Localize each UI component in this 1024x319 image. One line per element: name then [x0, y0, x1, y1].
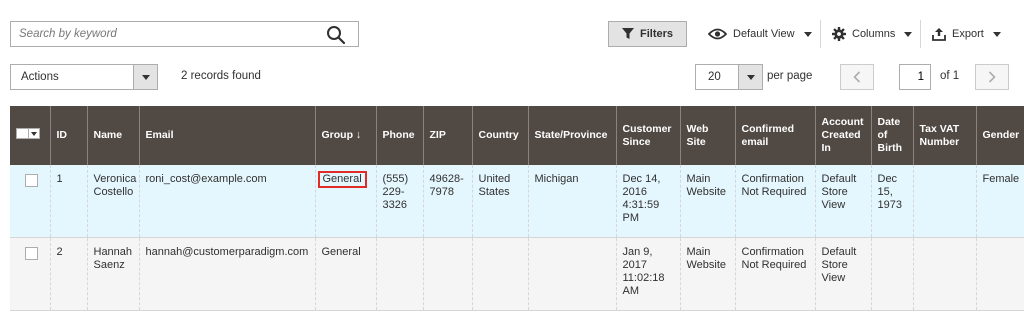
records-count: 2 records found [181, 70, 261, 82]
select-all-header[interactable] [10, 106, 50, 165]
cell-customer-since: Jan 9, 2017 11:02:18 AM [615, 237, 680, 311]
columns-dropdown[interactable]: Columns [832, 21, 913, 47]
chevron-right-icon [988, 71, 996, 83]
row-checkbox[interactable] [25, 246, 38, 260]
search-icon[interactable] [326, 25, 346, 45]
column-header-account-created-in[interactable]: Account Created In [814, 106, 871, 165]
chevron-down-icon [992, 31, 1001, 37]
cell-id: 1 [49, 165, 87, 238]
per-page-label: per page [767, 70, 813, 82]
column-header-confirmed-email[interactable]: Confirmed email [734, 106, 815, 165]
chevron-down-icon [141, 74, 150, 80]
column-header-state[interactable]: State/Province [527, 106, 616, 165]
cell-zip: 49628-7978 [422, 165, 472, 238]
column-header-country[interactable]: Country [471, 106, 528, 165]
column-header-tax-vat[interactable]: Tax VAT Number [912, 106, 976, 165]
customers-grid: ID Name Email Group ↓ Phone ZIP Country … [10, 106, 1024, 311]
cell-state: Michigan [527, 165, 616, 238]
column-header-id[interactable]: ID [49, 106, 87, 165]
search-input[interactable] [11, 22, 311, 46]
column-header-group[interactable]: Group ↓ [314, 106, 376, 165]
export-icon [932, 27, 946, 41]
column-header-email[interactable]: Email [138, 106, 315, 165]
actions-dropdown-button[interactable] [133, 65, 157, 89]
current-page-input[interactable] [899, 64, 931, 90]
columns-label: Columns [852, 28, 896, 40]
sort-arrow-icon: ↓ [355, 129, 362, 141]
cell-date-of-birth: Dec 15, 1973 [870, 165, 913, 238]
gear-icon [832, 27, 846, 41]
view-dropdown[interactable]: Default View [708, 21, 812, 47]
row-select-cell [10, 165, 50, 238]
chevron-left-icon [853, 71, 861, 83]
column-header-name[interactable]: Name [86, 106, 139, 165]
cell-email: hannah@customerparadigm.com [138, 237, 315, 311]
cell-zip [422, 237, 472, 311]
filter-icon [621, 28, 634, 39]
view-label: Default View [733, 28, 795, 40]
cell-confirmed-email: Confirmation Not Required [734, 165, 815, 238]
cell-email: roni_cost@example.com [138, 165, 315, 238]
cell-phone [375, 237, 423, 311]
previous-page-button[interactable] [840, 64, 874, 90]
cell-account-created-in: Default Store View [814, 237, 871, 311]
filters-button[interactable]: Filters [608, 21, 687, 47]
cell-country [471, 237, 528, 311]
table-header-row: ID Name Email Group ↓ Phone ZIP Country … [10, 106, 1024, 165]
table-row[interactable]: 1 Veronica Costello roni_cost@example.co… [10, 165, 1024, 238]
per-page-value: 20 [708, 71, 721, 83]
cell-web-site: Main Website [679, 237, 735, 311]
per-page-dropdown-button[interactable] [738, 65, 762, 89]
divider [820, 20, 821, 48]
cell-gender: Female [975, 165, 1024, 238]
row-select-cell [10, 237, 50, 311]
column-header-zip[interactable]: ZIP [422, 106, 472, 165]
column-header-gender[interactable]: Gender [975, 106, 1024, 165]
page-total-label: of 1 [940, 70, 960, 82]
cell-name: Hannah Saenz [86, 237, 139, 311]
column-header-web-site[interactable]: Web Site [679, 106, 735, 165]
cell-gender [975, 237, 1024, 311]
row-checkbox[interactable] [25, 174, 38, 187]
chevron-down-icon [746, 74, 755, 80]
cell-web-site: Main Website [679, 165, 735, 238]
next-page-button[interactable] [975, 64, 1009, 90]
cell-id: 2 [49, 237, 87, 311]
actions-select[interactable]: Actions [10, 64, 158, 90]
chevron-down-icon [904, 31, 913, 37]
cell-country: United States [471, 165, 528, 238]
column-header-date-of-birth[interactable]: Date of Birth [870, 106, 913, 165]
export-dropdown[interactable]: Export [932, 21, 1001, 47]
column-header-group-label: Group [321, 129, 354, 141]
export-label: Export [952, 28, 984, 40]
customers-table: ID Name Email Group ↓ Phone ZIP Country … [10, 106, 1024, 311]
filters-label: Filters [639, 28, 673, 40]
cell-date-of-birth [870, 237, 913, 311]
cell-group: General [314, 165, 376, 238]
cell-customer-since: Dec 14, 2016 4:31:59 PM [615, 165, 680, 238]
cell-tax-vat [912, 237, 976, 311]
per-page-select[interactable]: 20 [695, 64, 763, 90]
column-header-phone[interactable]: Phone [375, 106, 423, 165]
search-box[interactable] [10, 21, 359, 47]
cell-state [527, 237, 616, 311]
cell-confirmed-email: Confirmation Not Required [734, 237, 815, 311]
cell-group-highlighted: General [317, 171, 367, 188]
chevron-down-icon [803, 31, 812, 37]
mass-select-checkbox[interactable] [16, 128, 40, 139]
divider [920, 20, 921, 48]
actions-label: Actions [21, 71, 59, 83]
eye-icon [708, 28, 727, 40]
cell-account-created-in: Default Store View [814, 165, 871, 238]
cell-phone: (555) 229-3326 [375, 165, 423, 238]
cell-name: Veronica Costello [86, 165, 139, 238]
table-row[interactable]: 2 Hannah Saenz hannah@customerparadigm.c… [10, 237, 1024, 311]
cell-tax-vat [912, 165, 976, 238]
cell-group: General [314, 237, 376, 311]
column-header-customer-since[interactable]: Customer Since [615, 106, 680, 165]
